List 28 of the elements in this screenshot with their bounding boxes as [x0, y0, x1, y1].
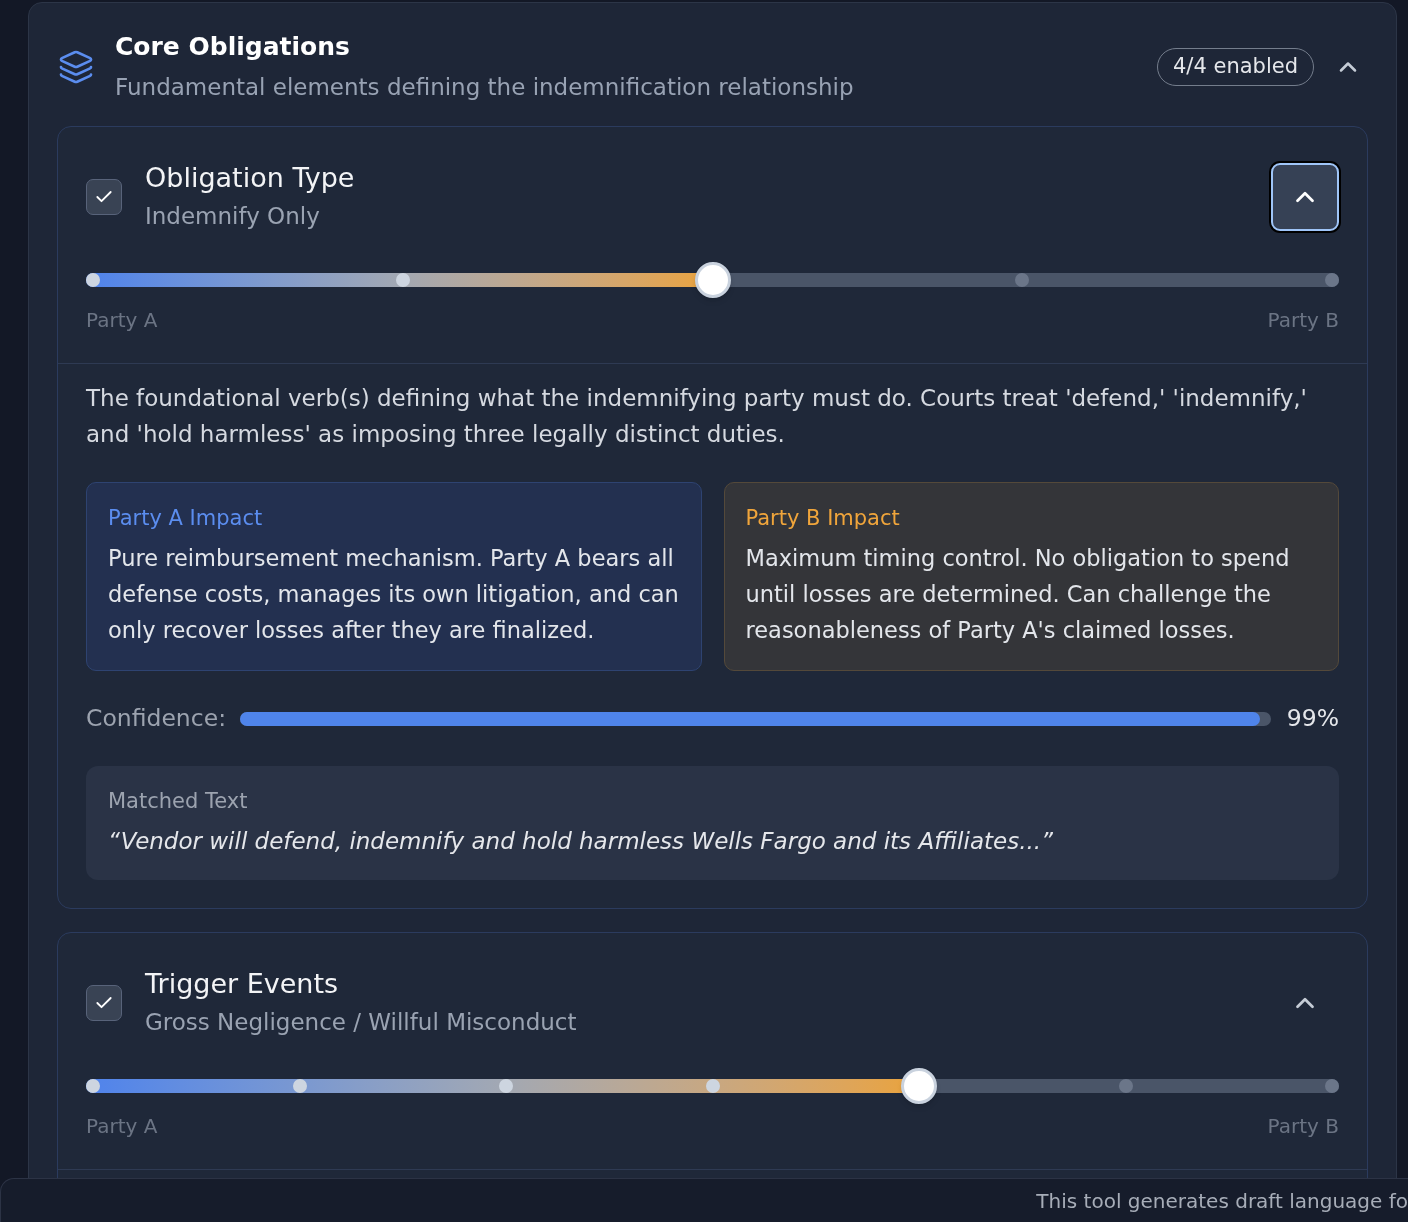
parameter-value: Indemnify Only: [145, 202, 321, 231]
confidence-value: 99%: [1286, 703, 1339, 735]
checkbox[interactable]: [86, 984, 122, 1021]
slider-end-label: Party B: [1267, 308, 1339, 332]
collapse-button[interactable]: [1271, 162, 1339, 231]
matched-text-quote: “Vendor will defend, indemnify and hold harmless Wells Fargo and its Affiliates...”: [108, 827, 1054, 856]
slider-thumb[interactable]: [901, 1068, 937, 1104]
checkbox[interactable]: [86, 178, 122, 215]
impact-title: Party A Impact: [108, 505, 264, 532]
parameter-title: Trigger Events: [145, 967, 340, 1001]
section-subtitle: Fundamental elements defining the indemnification relationship: [115, 73, 855, 102]
slider[interactable]: [86, 262, 1339, 298]
slider-thumb[interactable]: [694, 262, 731, 298]
parameter-title: Obligation Type: [145, 161, 356, 195]
parameter-value: Gross Negligence / Willful Misconduct: [145, 1008, 578, 1037]
slider-start-label: Party A: [86, 1114, 158, 1138]
impact-title: Party B Impact: [745, 505, 901, 532]
description-text: The foundational verb(s) defining what the indemnifying party must do. Courts treat 'defend,' 'indemnify,' and 'hold harmless' as imposing three legally distinct duties.: [86, 384, 1308, 449]
section-title: Core Obligations: [115, 31, 351, 63]
slider-start-label: Party A: [86, 308, 158, 332]
footer-note: This tool generates draft language fo: [1036, 1187, 1408, 1215]
confidence-label: Confidence:: [86, 703, 227, 735]
impact-text: Pure reimbursement mechanism. Party A bears all defense costs, manages its own litigation, and can only recover losses after they are finalized.: [108, 544, 680, 645]
impact-text: Maximum timing control. No obligation to spend until losses are determined. Can challenge the reasonableness of Party A's claimed losses.: [745, 544, 1291, 645]
slider-end-label: Party B: [1267, 1114, 1339, 1138]
matched-text-label: Matched Text: [108, 788, 249, 815]
slider[interactable]: [86, 1068, 1339, 1104]
layers-icon: [58, 48, 94, 85]
